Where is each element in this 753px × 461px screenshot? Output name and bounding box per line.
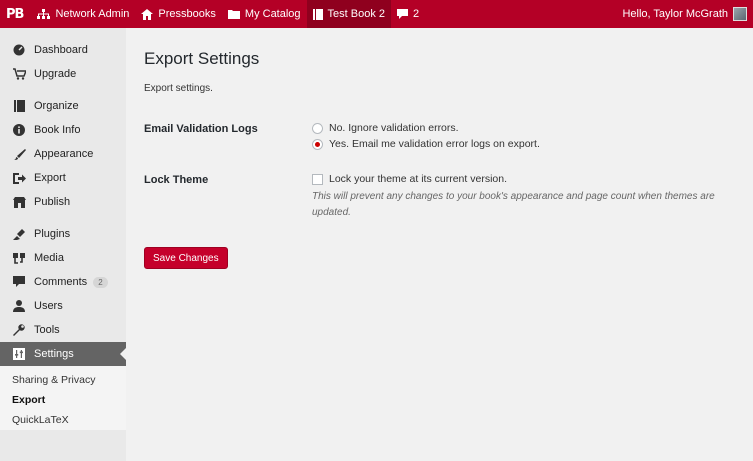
lock-theme-label: Lock Theme [144, 174, 209, 186]
lock-theme-checkbox-label: Lock your theme at its current version. [329, 173, 507, 185]
sidebar-item-label: Media [34, 252, 64, 264]
sidebar-item-label: Comments [34, 276, 88, 288]
lock-theme-row: Lock Theme Lock your theme at its curren… [144, 171, 744, 221]
radio-no[interactable] [312, 122, 323, 134]
submenu-item-quicklatex[interactable]: QuickLaTeX [0, 410, 126, 430]
sidebar-item-users[interactable]: Users [0, 294, 126, 318]
menu-separator [0, 86, 126, 94]
account-menu[interactable]: Hello, Taylor McGrath [616, 0, 753, 28]
sidebar-item-label: Book Info [34, 124, 81, 136]
submenu-item-export[interactable]: Export [0, 390, 126, 410]
book-icon [312, 8, 323, 20]
comment-icon [12, 275, 26, 289]
plugin-icon [12, 227, 26, 241]
sidebar-item-plugins[interactable]: Plugins [0, 222, 126, 246]
comments-count: 2 [413, 8, 420, 20]
menu-separator [0, 214, 126, 222]
avatar [733, 7, 747, 21]
settings-submenu: Sharing & Privacy Export QuickLaTeX [0, 366, 126, 430]
dashboard-icon [12, 43, 26, 57]
book-link[interactable]: Test Book 2 [306, 0, 392, 28]
lock-theme-field: Lock your theme at its current version. … [312, 171, 744, 221]
cart-icon [12, 67, 26, 81]
sidebar-item-label: Tools [34, 324, 60, 336]
greeting-text: Hello, Taylor McGrath [622, 8, 728, 20]
media-icon [12, 251, 26, 265]
pressbooks-logo[interactable]: PB [0, 0, 31, 28]
email-validation-field: No. Ignore validation errors. Yes. Email… [312, 120, 744, 152]
email-validation-label: Email Validation Logs [144, 123, 258, 135]
email-validation-row: Email Validation Logs No. Ignore validat… [144, 120, 744, 152]
sidebar-item-label: Appearance [34, 148, 94, 160]
comments-link[interactable]: 2 [391, 0, 425, 28]
sidebar-item-label: Publish [34, 196, 71, 208]
book-label: Test Book 2 [327, 8, 386, 20]
email-validation-option-no[interactable]: No. Ignore validation errors. [312, 120, 744, 136]
radio-yes[interactable] [312, 138, 323, 150]
sidebar-item-settings[interactable]: Settings [0, 342, 126, 366]
wrench-icon [12, 323, 26, 337]
email-validation-option-yes[interactable]: Yes. Email me validation error logs on e… [312, 136, 744, 152]
save-changes-button[interactable]: Save Changes [144, 247, 228, 269]
book-icon [12, 99, 26, 113]
users-icon [12, 299, 26, 313]
option-no-label: No. Ignore validation errors. [329, 122, 459, 134]
main-content: Export Settings Export settings. Email V… [144, 28, 744, 269]
sidebar-item-tools[interactable]: Tools [0, 318, 126, 342]
network-icon [37, 8, 51, 20]
sidebar-item-media[interactable]: Media [0, 246, 126, 270]
lock-theme-option[interactable]: Lock your theme at its current version. [312, 171, 744, 187]
page-description: Export settings. [144, 83, 213, 94]
sidebar-item-label: Dashboard [34, 44, 88, 56]
admin-bar: PB Network Admin Pressbooks My Catalog T… [0, 0, 753, 28]
home-icon [141, 8, 154, 20]
comments-badge: 2 [93, 276, 108, 288]
sidebar-item-label: Organize [34, 100, 79, 112]
sidebar-item-organize[interactable]: Organize [0, 94, 126, 118]
sidebar-item-label: Users [34, 300, 63, 312]
store-icon [12, 195, 26, 209]
network-admin-link[interactable]: Network Admin [31, 0, 135, 28]
sidebar-item-label: Plugins [34, 228, 71, 240]
sidebar-item-publish[interactable]: Publish [0, 190, 126, 214]
settings-icon [12, 347, 26, 361]
sidebar-item-upgrade[interactable]: Upgrade [0, 62, 126, 86]
paintbrush-icon [12, 147, 26, 161]
sidebar-item-book-info[interactable]: Book Info [0, 118, 126, 142]
sidebar-item-label: Settings [34, 348, 74, 360]
export-icon [12, 171, 26, 185]
sidebar-item-label: Upgrade [34, 68, 77, 80]
sidebar-item-export[interactable]: Export [0, 166, 126, 190]
sidebar-item-appearance[interactable]: Appearance [0, 142, 126, 166]
lock-theme-checkbox[interactable] [312, 173, 323, 185]
sidebar-item-comments[interactable]: Comments 2 [0, 270, 126, 294]
option-yes-label: Yes. Email me validation error logs on e… [329, 138, 540, 150]
sidebar-item-dashboard[interactable]: Dashboard [0, 38, 126, 62]
sidebar-item-label: Export [34, 172, 66, 184]
folder-icon [227, 9, 240, 19]
page-title: Export Settings [144, 49, 260, 68]
pressbooks-link[interactable]: Pressbooks [135, 0, 221, 28]
network-admin-label: Network Admin [55, 8, 130, 20]
lock-theme-help: This will prevent any changes to your bo… [312, 191, 715, 218]
my-catalog-link[interactable]: My Catalog [222, 0, 307, 28]
info-icon [12, 123, 26, 137]
my-catalog-label: My Catalog [244, 8, 301, 20]
comment-icon [397, 8, 409, 20]
admin-sidebar: Dashboard Upgrade Organize Book Info App… [0, 28, 126, 461]
pressbooks-label: Pressbooks [158, 8, 216, 20]
sidebar-top-pad [0, 28, 126, 38]
submenu-item-sharing-privacy[interactable]: Sharing & Privacy [0, 370, 126, 390]
